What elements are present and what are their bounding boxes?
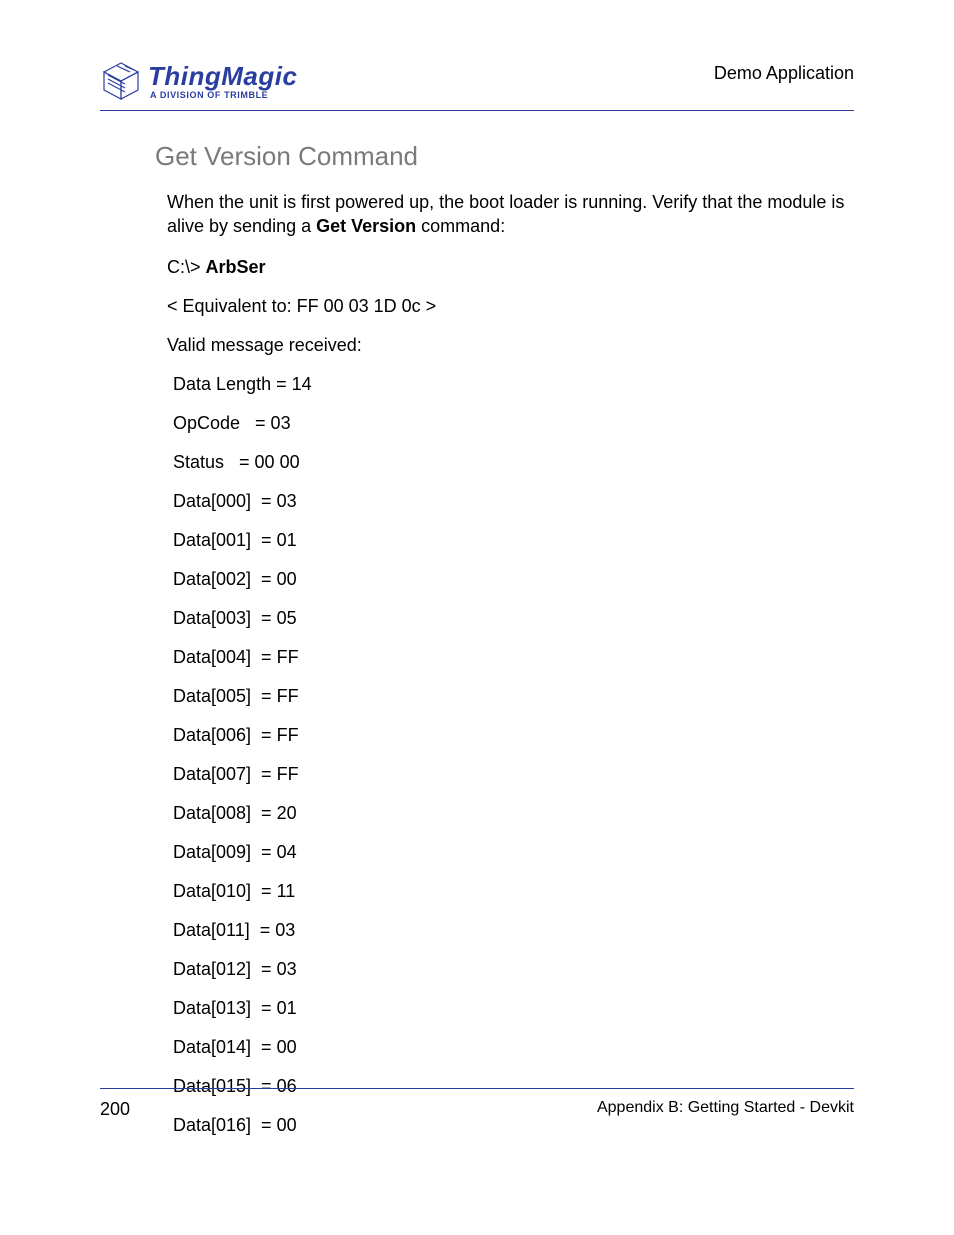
- data-row: Data[010] = 11: [173, 881, 854, 902]
- intro-text-before: When the unit is first powered up, the b…: [167, 192, 844, 236]
- data-block: Data Length = 14 OpCode = 03 Status = 00…: [155, 374, 854, 1136]
- intro-paragraph: When the unit is first powered up, the b…: [155, 190, 854, 239]
- page-number: 200: [100, 1099, 130, 1120]
- brand-name: ThingMagic: [148, 63, 297, 89]
- data-row: Data[005] = FF: [173, 686, 854, 707]
- data-row: Data[014] = 00: [173, 1037, 854, 1058]
- appendix-label: Appendix B: Getting Started - Devkit: [597, 1099, 854, 1120]
- brand-tagline: A DIVISION OF TRIMBLE: [148, 91, 297, 100]
- page-content: Get Version Command When the unit is fir…: [100, 141, 854, 1136]
- data-row: OpCode = 03: [173, 413, 854, 434]
- data-row: Data[011] = 03: [173, 920, 854, 941]
- equivalent-line: < Equivalent to: FF 00 03 1D 0c >: [155, 296, 854, 317]
- data-row: Data[002] = 00: [173, 569, 854, 590]
- data-row: Data[001] = 01: [173, 530, 854, 551]
- data-row: Status = 00 00: [173, 452, 854, 473]
- intro-text-after: command:: [416, 216, 505, 236]
- box-icon: [100, 60, 142, 102]
- logo-block: ThingMagic A DIVISION OF TRIMBLE: [100, 60, 297, 102]
- header-section-label: Demo Application: [714, 63, 854, 102]
- data-row: Data[009] = 04: [173, 842, 854, 863]
- valid-message-line: Valid message received:: [155, 335, 854, 356]
- data-row: Data[007] = FF: [173, 764, 854, 785]
- intro-text-bold: Get Version: [316, 216, 416, 236]
- data-row: Data[006] = FF: [173, 725, 854, 746]
- logo-text: ThingMagic A DIVISION OF TRIMBLE: [148, 63, 297, 100]
- data-row: Data[000] = 03: [173, 491, 854, 512]
- page-header: ThingMagic A DIVISION OF TRIMBLE Demo Ap…: [100, 60, 854, 111]
- section-title: Get Version Command: [155, 141, 854, 172]
- prompt-command: ArbSer: [206, 257, 266, 277]
- data-row: Data[013] = 01: [173, 998, 854, 1019]
- page-footer: 200 Appendix B: Getting Started - Devkit: [100, 1088, 854, 1120]
- prompt-prefix: C:\>: [167, 257, 206, 277]
- data-row: Data[004] = FF: [173, 647, 854, 668]
- data-row: Data Length = 14: [173, 374, 854, 395]
- data-row: Data[012] = 03: [173, 959, 854, 980]
- data-row: Data[003] = 05: [173, 608, 854, 629]
- data-row: Data[008] = 20: [173, 803, 854, 824]
- command-line: C:\> ArbSer: [155, 257, 854, 278]
